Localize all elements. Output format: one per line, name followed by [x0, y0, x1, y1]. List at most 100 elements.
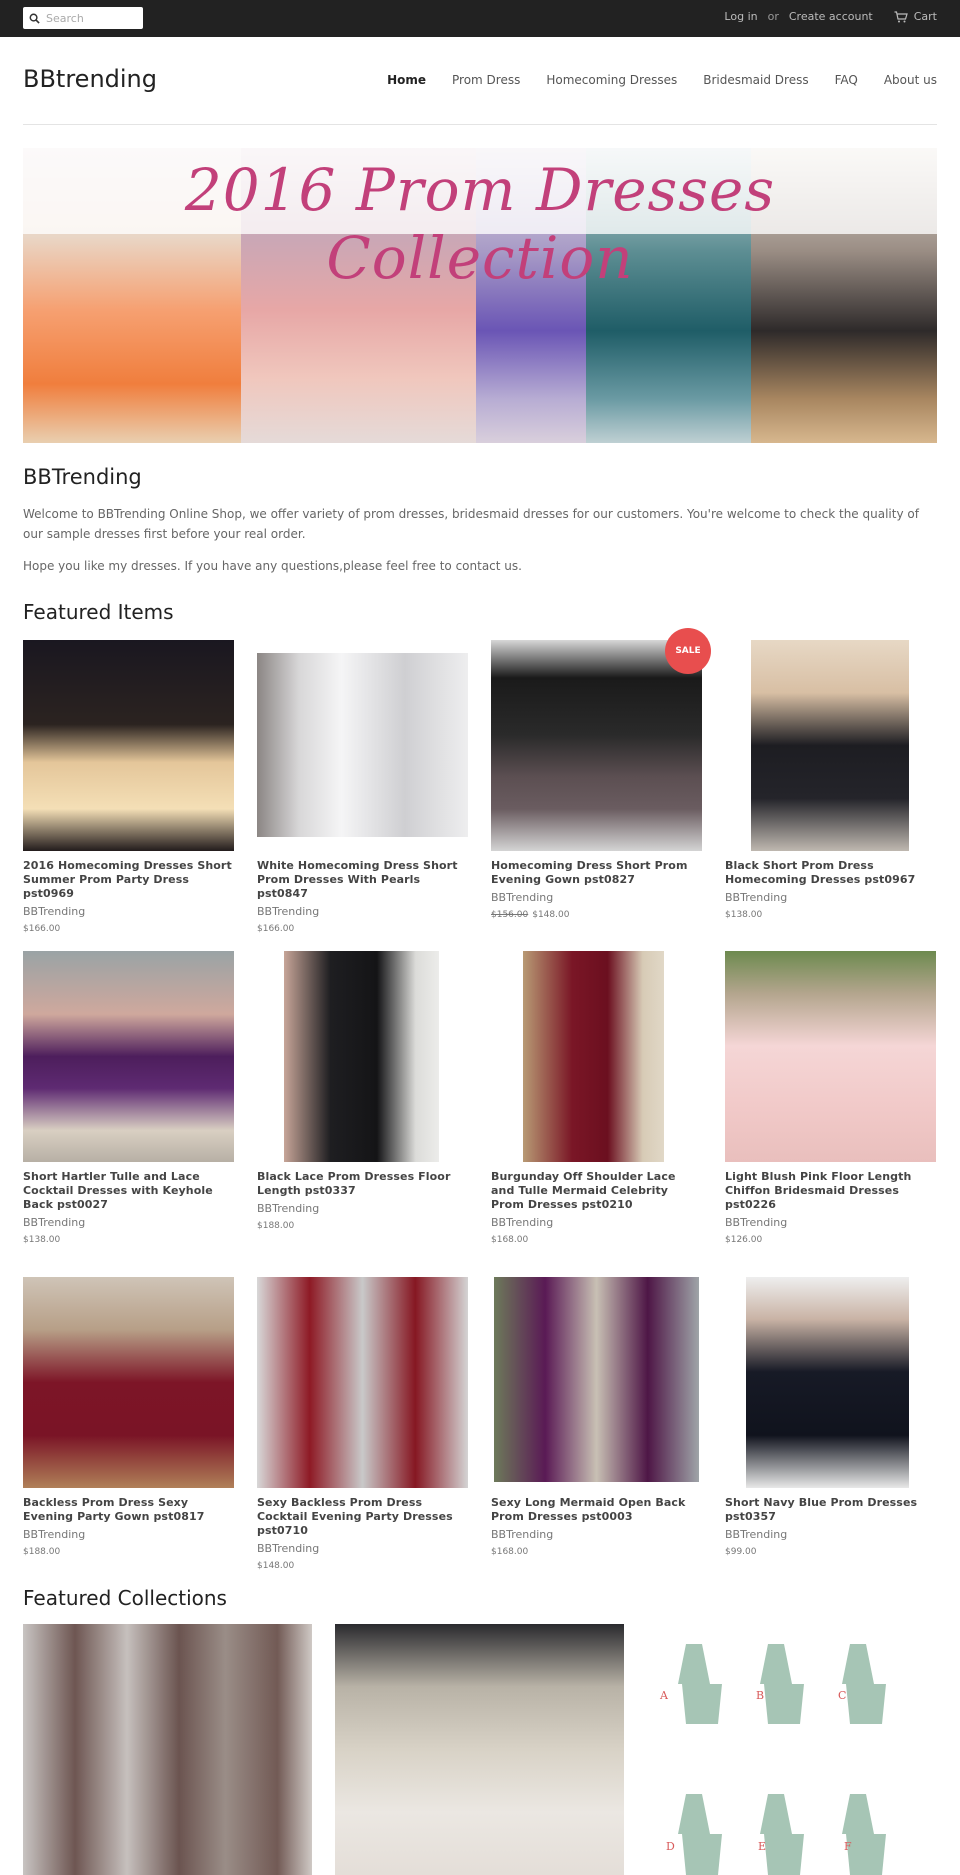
product-photo	[491, 640, 702, 851]
product-card[interactable]: Homecoming Dress Short Prom Evening Gown…	[491, 640, 702, 920]
collection-card[interactable]	[23, 1624, 312, 1875]
or-separator: or	[767, 10, 779, 23]
product-image[interactable]	[725, 640, 936, 851]
product-vendor: BBTrending	[491, 1528, 554, 1541]
swatch-label: E	[758, 1840, 766, 1853]
nav-faq[interactable]: FAQ	[835, 73, 858, 87]
nav-bridesmaid-dress[interactable]: Bridesmaid Dress	[703, 73, 808, 87]
product-title[interactable]: Light Blush Pink Floor Length Chiffon Br…	[725, 1170, 936, 1212]
product-image[interactable]	[23, 1277, 234, 1488]
product-image[interactable]	[257, 951, 468, 1162]
cart-link[interactable]: Cart	[894, 10, 937, 23]
product-vendor: BBTrending	[23, 1528, 86, 1541]
product-price: $166.00	[257, 924, 295, 934]
product-card[interactable]: Burgunday Off Shoulder Lace and Tulle Me…	[491, 951, 702, 1245]
product-title[interactable]: 2016 Homecoming Dresses Short Summer Pro…	[23, 859, 234, 901]
product-price: $168.00	[491, 1547, 529, 1557]
product-image[interactable]	[257, 1277, 468, 1488]
product-photo	[751, 640, 909, 851]
featured-collections-heading: Featured Collections	[23, 1586, 227, 1610]
product-price: $99.00	[725, 1547, 757, 1557]
product-card[interactable]: Short Hartler Tulle and Lace Cocktail Dr…	[23, 951, 234, 1245]
product-title[interactable]: Short Navy Blue Prom Dresses pst0357	[725, 1496, 936, 1524]
site-logo[interactable]: BBtrending	[23, 65, 157, 93]
product-vendor: BBTrending	[257, 905, 320, 918]
product-title[interactable]: White Homecoming Dress Short Prom Dresse…	[257, 859, 468, 901]
cart-label: Cart	[913, 10, 937, 23]
product-price: $188.00	[23, 1547, 61, 1557]
product-title[interactable]: Black Lace Prom Dresses Floor Length pst…	[257, 1170, 468, 1198]
search-icon[interactable]	[29, 13, 40, 24]
product-image[interactable]	[23, 640, 234, 851]
product-image[interactable]	[725, 951, 936, 1162]
product-price: $126.00	[725, 1235, 763, 1245]
swatch-label: B	[756, 1689, 764, 1702]
product-card[interactable]: Sexy Long Mermaid Open Back Prom Dresses…	[491, 1277, 702, 1557]
product-vendor: BBTrending	[257, 1202, 320, 1215]
product-card[interactable]: Sexy Backless Prom Dress Cocktail Evenin…	[257, 1277, 468, 1571]
product-price: $138.00	[23, 1235, 61, 1245]
product-vendor: BBTrending	[491, 1216, 554, 1229]
hero-banner[interactable]: 2016 Prom Dresses Collection	[23, 148, 937, 443]
product-photo	[746, 1277, 909, 1488]
product-vendor: BBTrending	[725, 1528, 788, 1541]
product-card[interactable]: Short Navy Blue Prom Dresses pst0357 BBT…	[725, 1277, 936, 1557]
account-links: Log in or Create account Cart	[724, 10, 937, 23]
product-title[interactable]: Short Hartler Tulle and Lace Cocktail Dr…	[23, 1170, 234, 1212]
product-title[interactable]: Backless Prom Dress Sexy Evening Party G…	[23, 1496, 234, 1524]
product-vendor: BBTrending	[491, 891, 554, 904]
sale-price: $148.00	[532, 910, 570, 920]
product-card[interactable]: Backless Prom Dress Sexy Evening Party G…	[23, 1277, 234, 1557]
product-card[interactable]: Light Blush Pink Floor Length Chiffon Br…	[725, 951, 936, 1245]
product-image[interactable]	[23, 951, 234, 1162]
product-photo	[284, 951, 439, 1162]
collection-card[interactable]	[335, 1624, 624, 1875]
product-vendor: BBTrending	[23, 1216, 86, 1229]
product-card[interactable]: White Homecoming Dress Short Prom Dresse…	[257, 640, 468, 934]
product-title[interactable]: Sexy Backless Prom Dress Cocktail Evenin…	[257, 1496, 468, 1538]
product-image[interactable]	[491, 1277, 702, 1488]
login-link[interactable]: Log in	[724, 10, 757, 23]
product-vendor: BBTrending	[23, 905, 86, 918]
product-price: $148.00	[257, 1561, 295, 1571]
featured-items-heading: Featured Items	[23, 600, 174, 624]
search-box[interactable]	[23, 7, 143, 29]
product-title[interactable]: Sexy Long Mermaid Open Back Prom Dresses…	[491, 1496, 702, 1524]
product-price: $188.00	[257, 1221, 295, 1231]
nav-home[interactable]: Home	[387, 73, 426, 87]
banner-title: 2016 Prom Dresses Collection	[184, 156, 776, 292]
product-price: $166.00	[23, 924, 61, 934]
sale-badge: SALE	[665, 628, 711, 674]
product-card[interactable]: Black Lace Prom Dresses Floor Length pst…	[257, 951, 468, 1231]
product-card[interactable]: 2016 Homecoming Dresses Short Summer Pro…	[23, 640, 234, 934]
product-photo	[257, 653, 468, 837]
swatch-label: A	[659, 1689, 669, 1702]
intro-heading: BBTrending	[23, 465, 142, 489]
product-title[interactable]: Burgunday Off Shoulder Lace and Tulle Me…	[491, 1170, 702, 1212]
nav-homecoming-dresses[interactable]: Homecoming Dresses	[546, 73, 677, 87]
product-title[interactable]: Black Short Prom Dress Homecoming Dresse…	[725, 859, 936, 887]
product-image[interactable]	[491, 951, 702, 1162]
product-image[interactable]	[257, 640, 468, 851]
old-price: $156.00	[491, 910, 529, 920]
product-image[interactable]	[491, 640, 702, 851]
main-nav: Home Prom Dress Homecoming Dresses Bride…	[361, 73, 937, 87]
nav-about-us[interactable]: About us	[884, 73, 937, 87]
product-vendor: BBTrending	[725, 1216, 788, 1229]
product-price: $168.00	[491, 1235, 529, 1245]
create-account-link[interactable]: Create account	[789, 10, 873, 23]
top-bar: Log in or Create account Cart	[0, 0, 960, 37]
swatch-label: F	[844, 1840, 852, 1853]
collection-swatch-grid: A B C D E F	[659, 1644, 886, 1875]
swatch-label: D	[666, 1840, 675, 1853]
header-divider	[23, 124, 937, 125]
swatch-label: C	[838, 1689, 846, 1702]
collection-card[interactable]: A B C D E F	[646, 1624, 937, 1875]
product-image[interactable]	[725, 1277, 936, 1488]
search-input[interactable]	[46, 11, 136, 25]
product-card[interactable]: Black Short Prom Dress Homecoming Dresse…	[725, 640, 936, 920]
product-title[interactable]: Homecoming Dress Short Prom Evening Gown…	[491, 859, 702, 887]
product-photo	[523, 951, 664, 1162]
nav-prom-dress[interactable]: Prom Dress	[452, 73, 520, 87]
cart-icon	[894, 10, 908, 22]
